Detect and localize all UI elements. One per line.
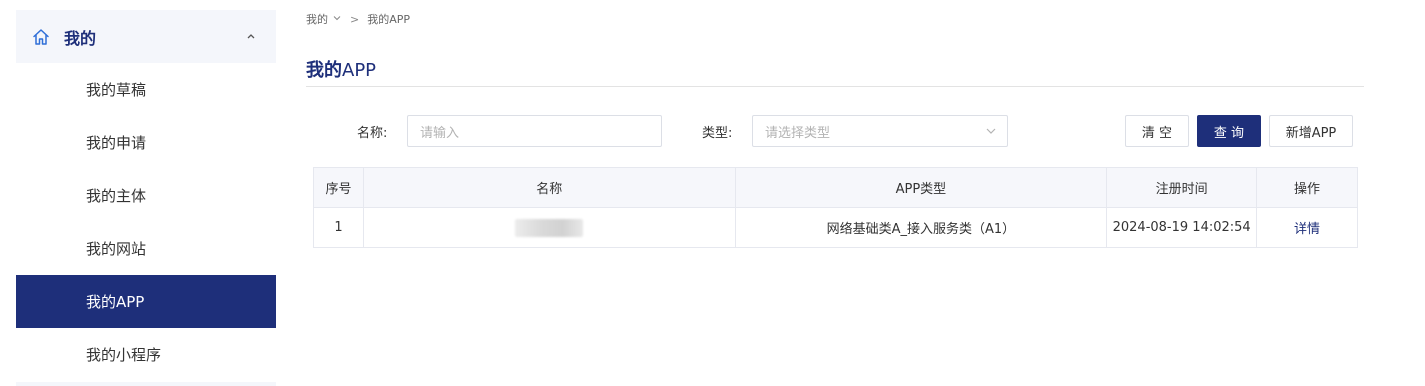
clear-button[interactable]: 清 空 <box>1125 115 1189 147</box>
page-title-bold: 我的 <box>306 60 342 81</box>
chevron-up-icon[interactable] <box>245 30 257 42</box>
sidebar-group-title: 我的 <box>64 28 97 48</box>
chevron-down-icon <box>985 125 997 137</box>
table-row: 1 网络基础类A_接入服务类（A1） 2024-08-19 14:02:54 详… <box>313 207 1358 248</box>
table-header-row: 序号 名称 APP类型 注册时间 操作 <box>313 167 1358 208</box>
home-icon <box>32 28 50 46</box>
chevron-down-icon[interactable] <box>332 13 342 26</box>
name-input-placeholder: 请输入 <box>420 125 460 141</box>
sidebar-item-mini-programs[interactable]: 我的小程序 <box>16 328 276 381</box>
type-filter-label: 类型: <box>702 126 733 141</box>
app-table: 序号 名称 APP类型 注册时间 操作 1 网络基础类A_接入服务类（A1） 2… <box>313 167 1358 248</box>
column-header-index: 序号 <box>313 167 364 208</box>
breadcrumb: 我的 > 我的APP <box>306 11 410 27</box>
title-divider <box>306 86 1364 87</box>
details-link[interactable]: 详情 <box>1294 222 1320 237</box>
sidebar-item-websites[interactable]: 我的网站 <box>16 222 276 275</box>
name-search-input[interactable]: 请输入 <box>407 115 662 147</box>
type-select-placeholder: 请选择类型 <box>765 125 831 141</box>
add-app-button[interactable]: 新增APP <box>1269 115 1353 147</box>
redacted-name <box>515 218 584 237</box>
sidebar-item-drafts[interactable]: 我的草稿 <box>16 63 276 116</box>
page-title: 我的APP <box>306 56 376 82</box>
cell-name <box>362 207 736 248</box>
type-select[interactable]: 请选择类型 <box>752 115 1008 147</box>
cell-time: 2024-08-19 14:02:54 <box>1106 207 1258 248</box>
column-header-action: 操作 <box>1256 167 1358 208</box>
breadcrumb-root[interactable]: 我的 <box>306 11 328 27</box>
column-header-type: APP类型 <box>734 167 1108 208</box>
search-button[interactable]: 查 询 <box>1197 115 1261 147</box>
cell-type: 网络基础类A_接入服务类（A1） <box>734 207 1108 248</box>
sidebar-group-header[interactable]: 我的 <box>16 10 276 63</box>
sidebar-divider <box>16 382 276 386</box>
sidebar-item-apps[interactable]: 我的APP <box>16 275 276 328</box>
breadcrumb-separator: > <box>350 12 360 26</box>
page-title-rest: APP <box>342 60 377 81</box>
sidebar-item-entities[interactable]: 我的主体 <box>16 169 276 222</box>
column-header-name: 名称 <box>362 167 736 208</box>
sidebar: 我的 我的草稿 我的申请 我的主体 我的网站 我的APP 我的小程序 <box>16 10 276 386</box>
breadcrumb-current: 我的APP <box>367 13 411 26</box>
cell-action: 详情 <box>1256 207 1358 248</box>
cell-index: 1 <box>313 207 364 248</box>
name-filter-label: 名称: <box>357 126 388 141</box>
sidebar-item-applications[interactable]: 我的申请 <box>16 116 276 169</box>
column-header-time: 注册时间 <box>1106 167 1258 208</box>
